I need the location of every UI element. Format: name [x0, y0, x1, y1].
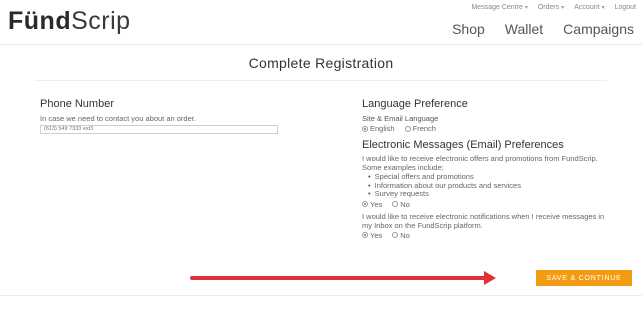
main-nav: Shop Wallet Campaigns — [452, 21, 634, 37]
nav-logout[interactable]: Logout — [615, 4, 636, 11]
nav-orders[interactable]: Orders ▾ — [538, 4, 564, 11]
chevron-down-icon: ▾ — [561, 5, 565, 11]
top-utility-nav: Message Centre ▾ Orders ▾ Account ▾ Logout — [471, 4, 636, 11]
page-title: Complete Registration — [248, 55, 394, 71]
header-divider — [0, 44, 642, 45]
language-sub: Site & Email Language — [362, 114, 439, 123]
email-prefs-heading: Electronic Messages (Email) Preferences — [362, 139, 564, 151]
nav-shop[interactable]: Shop — [452, 21, 485, 37]
logo-prefix: Fünd — [8, 7, 72, 35]
radio-offers-yes[interactable]: Yes — [362, 200, 382, 209]
offers-radio-group: Yes No — [362, 200, 612, 209]
phone-hint: In case we need to contact you about an … — [40, 114, 196, 123]
notify-text: I would like to receive electronic notif… — [362, 211, 605, 230]
preferences-section: Language Preference Site & Email Languag… — [362, 98, 612, 243]
red-arrow-annotation — [190, 276, 487, 280]
phone-heading: Phone Number — [40, 98, 114, 110]
radio-offers-no[interactable]: No — [392, 200, 410, 209]
radio-selected-icon — [362, 232, 368, 238]
nav-campaigns[interactable]: Campaigns — [563, 21, 634, 37]
radio-unselected-icon — [392, 201, 399, 207]
title-divider — [35, 80, 607, 81]
radio-unselected-icon — [392, 232, 399, 238]
radio-selected-icon — [362, 201, 368, 207]
notify-radio-group: Yes No — [362, 231, 612, 240]
radio-english[interactable]: English — [362, 124, 395, 133]
nav-account[interactable]: Account ▾ — [574, 4, 604, 11]
radio-unselected-icon — [404, 125, 411, 132]
save-continue-button[interactable]: SAVE & CONTINUE — [536, 270, 632, 286]
nav-message-centre[interactable]: Message Centre ▾ — [471, 4, 527, 11]
chevron-down-icon: ▾ — [524, 5, 528, 11]
footer-divider — [0, 295, 642, 296]
phone-section: Phone Number In case we need to contact … — [40, 98, 290, 134]
radio-notify-yes[interactable]: Yes — [362, 231, 382, 240]
examples-list: Special offers and promotions Informatio… — [362, 172, 612, 199]
radio-selected-icon — [362, 125, 368, 132]
fundscrip-logo[interactable]: FündScrip — [8, 7, 131, 36]
nav-wallet[interactable]: Wallet — [505, 21, 543, 37]
phone-input[interactable]: (613) 549 7333 ext3 — [40, 125, 278, 134]
logo-suffix: Scrip — [71, 7, 131, 35]
language-radio-group: English French — [362, 124, 612, 133]
radio-french[interactable]: French — [404, 124, 436, 133]
language-heading: Language Preference — [362, 98, 468, 110]
list-item: Survey requests — [368, 189, 612, 199]
offers-text: I would like to receive electronic offer… — [362, 154, 598, 172]
chevron-down-icon: ▾ — [601, 5, 605, 11]
radio-notify-no[interactable]: No — [392, 231, 410, 240]
arrow-head-icon — [484, 271, 496, 285]
